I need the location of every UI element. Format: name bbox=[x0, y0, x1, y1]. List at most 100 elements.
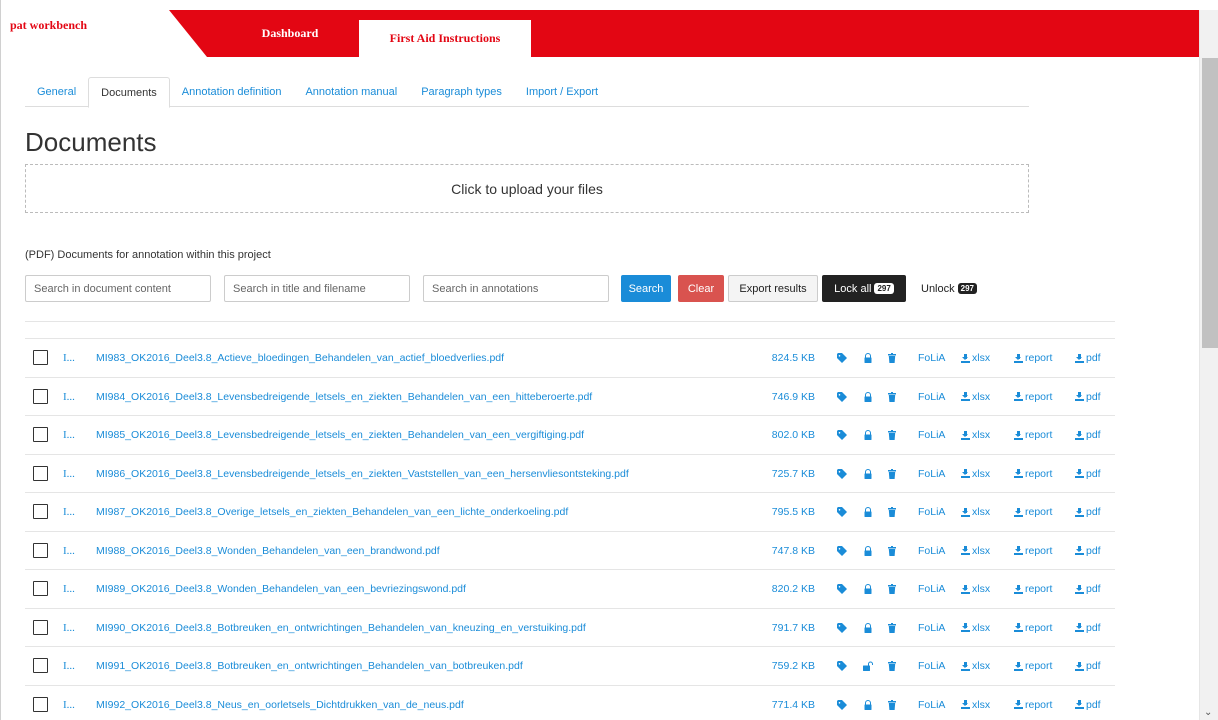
text-cursor-icon[interactable]: I... bbox=[63, 686, 75, 720]
report-download-link[interactable]: report bbox=[1014, 378, 1052, 416]
vertical-scrollbar[interactable]: ⌄ bbox=[1199, 10, 1218, 720]
document-filename-link[interactable]: MI989_OK2016_Deel3.8_Wonden_Behandelen_v… bbox=[96, 570, 466, 608]
document-filename-link[interactable]: MI992_OK2016_Deel3.8_Neus_en_oorletsels_… bbox=[96, 686, 464, 720]
xlsx-download-link[interactable]: xlsx bbox=[961, 455, 990, 493]
folia-link[interactable]: FoLiA bbox=[918, 455, 945, 493]
search-content-input[interactable] bbox=[25, 275, 211, 302]
lock-all-button[interactable]: Lock all 297 bbox=[822, 275, 906, 302]
report-download-link[interactable]: report bbox=[1014, 455, 1052, 493]
folia-link[interactable]: FoLiA bbox=[918, 378, 945, 416]
search-button[interactable]: Search bbox=[621, 275, 671, 302]
row-checkbox[interactable] bbox=[33, 427, 48, 442]
folia-link[interactable]: FoLiA bbox=[918, 686, 945, 720]
report-download-link[interactable]: report bbox=[1014, 647, 1052, 685]
scroll-down-arrow-icon[interactable]: ⌄ bbox=[1204, 707, 1212, 718]
lock-icon[interactable] bbox=[863, 455, 873, 493]
lock-icon[interactable] bbox=[863, 686, 873, 720]
tag-icon[interactable] bbox=[837, 416, 847, 454]
folia-link[interactable]: FoLiA bbox=[918, 339, 945, 377]
document-filename-link[interactable]: MI988_OK2016_Deel3.8_Wonden_Behandelen_v… bbox=[96, 532, 440, 570]
xlsx-download-link[interactable]: xlsx bbox=[961, 686, 990, 720]
tab-documents[interactable]: Documents bbox=[88, 77, 170, 108]
unlock-all-button[interactable]: Unlock 297 bbox=[910, 275, 988, 302]
text-cursor-icon[interactable]: I... bbox=[63, 339, 75, 377]
trash-icon[interactable] bbox=[887, 647, 897, 685]
lock-icon[interactable] bbox=[863, 570, 873, 608]
xlsx-download-link[interactable]: xlsx bbox=[961, 378, 990, 416]
document-filename-link[interactable]: MI991_OK2016_Deel3.8_Botbreuken_en_ontwr… bbox=[96, 647, 523, 685]
row-checkbox[interactable] bbox=[33, 619, 48, 635]
text-cursor-icon[interactable]: I... bbox=[63, 570, 75, 608]
text-cursor-icon[interactable]: I... bbox=[63, 416, 75, 454]
xlsx-download-link[interactable]: xlsx bbox=[961, 570, 990, 608]
nav-dashboard[interactable]: Dashboard bbox=[231, 10, 349, 57]
text-cursor-icon[interactable]: I... bbox=[63, 493, 75, 531]
tag-icon[interactable] bbox=[837, 339, 847, 377]
search-title-input[interactable] bbox=[224, 275, 410, 302]
document-filename-link[interactable]: MI990_OK2016_Deel3.8_Botbreuken_en_ontwr… bbox=[96, 609, 586, 647]
row-checkbox[interactable] bbox=[33, 350, 48, 365]
pdf-download-link[interactable]: pdf bbox=[1075, 339, 1101, 377]
folia-link[interactable]: FoLiA bbox=[918, 570, 945, 608]
xlsx-download-link[interactable]: xlsx bbox=[961, 416, 990, 454]
export-results-button[interactable]: Export results bbox=[728, 275, 818, 302]
tag-icon[interactable] bbox=[837, 570, 847, 608]
document-filename-link[interactable]: MI985_OK2016_Deel3.8_Levensbedreigende_l… bbox=[96, 416, 584, 454]
scrollbar-thumb[interactable] bbox=[1202, 58, 1218, 348]
row-checkbox[interactable] bbox=[33, 581, 48, 596]
tab-annotation-definition[interactable]: Annotation definition bbox=[170, 77, 294, 107]
pdf-download-link[interactable]: pdf bbox=[1075, 647, 1101, 685]
text-cursor-icon[interactable]: I... bbox=[63, 532, 75, 570]
nav-project-first-aid[interactable]: First Aid Instructions bbox=[359, 10, 531, 57]
tag-icon[interactable] bbox=[837, 686, 847, 720]
tag-icon[interactable] bbox=[837, 455, 847, 493]
xlsx-download-link[interactable]: xlsx bbox=[961, 647, 990, 685]
xlsx-download-link[interactable]: xlsx bbox=[961, 493, 990, 531]
document-filename-link[interactable]: MI984_OK2016_Deel3.8_Levensbedreigende_l… bbox=[96, 378, 592, 416]
pdf-download-link[interactable]: pdf bbox=[1075, 686, 1101, 720]
folia-link[interactable]: FoLiA bbox=[918, 647, 945, 685]
tab-import-export[interactable]: Import / Export bbox=[514, 77, 610, 107]
pdf-download-link[interactable]: pdf bbox=[1075, 378, 1101, 416]
text-cursor-icon[interactable]: I... bbox=[63, 647, 75, 685]
lock-icon[interactable] bbox=[863, 378, 873, 416]
search-annotations-input[interactable] bbox=[423, 275, 609, 302]
lock-icon[interactable] bbox=[863, 339, 873, 377]
report-download-link[interactable]: report bbox=[1014, 609, 1052, 647]
report-download-link[interactable]: report bbox=[1014, 532, 1052, 570]
text-cursor-icon[interactable]: I... bbox=[63, 609, 75, 647]
trash-icon[interactable] bbox=[887, 570, 897, 608]
lock-icon[interactable] bbox=[863, 609, 873, 647]
lock-icon[interactable] bbox=[863, 532, 873, 570]
xlsx-download-link[interactable]: xlsx bbox=[961, 609, 990, 647]
report-download-link[interactable]: report bbox=[1014, 570, 1052, 608]
row-checkbox[interactable] bbox=[33, 542, 48, 558]
report-download-link[interactable]: report bbox=[1014, 686, 1052, 720]
folia-link[interactable]: FoLiA bbox=[918, 532, 945, 570]
brand-logo[interactable]: pat workbench bbox=[10, 18, 87, 33]
document-filename-link[interactable]: MI983_OK2016_Deel3.8_Actieve_bloedingen_… bbox=[96, 339, 504, 377]
pdf-download-link[interactable]: pdf bbox=[1075, 570, 1101, 608]
pdf-download-link[interactable]: pdf bbox=[1075, 609, 1101, 647]
folia-link[interactable]: FoLiA bbox=[918, 493, 945, 531]
row-checkbox[interactable] bbox=[33, 658, 48, 673]
folia-link[interactable]: FoLiA bbox=[918, 416, 945, 454]
lock-icon[interactable] bbox=[863, 493, 873, 531]
xlsx-download-link[interactable]: xlsx bbox=[961, 532, 990, 570]
tab-annotation-manual[interactable]: Annotation manual bbox=[293, 77, 409, 107]
row-checkbox[interactable] bbox=[33, 465, 48, 481]
upload-dropzone[interactable]: Click to upload your files bbox=[25, 164, 1029, 213]
lock-icon[interactable] bbox=[863, 416, 873, 454]
document-filename-link[interactable]: MI987_OK2016_Deel3.8_Overige_letsels_en_… bbox=[96, 493, 568, 531]
trash-icon[interactable] bbox=[887, 378, 897, 416]
report-download-link[interactable]: report bbox=[1014, 339, 1052, 377]
xlsx-download-link[interactable]: xlsx bbox=[961, 339, 990, 377]
report-download-link[interactable]: report bbox=[1014, 493, 1052, 531]
tag-icon[interactable] bbox=[837, 378, 847, 416]
pdf-download-link[interactable]: pdf bbox=[1075, 455, 1101, 493]
trash-icon[interactable] bbox=[887, 416, 897, 454]
folia-link[interactable]: FoLiA bbox=[918, 609, 945, 647]
row-checkbox[interactable] bbox=[33, 696, 48, 712]
clear-button[interactable]: Clear bbox=[678, 275, 724, 302]
trash-icon[interactable] bbox=[887, 493, 897, 531]
